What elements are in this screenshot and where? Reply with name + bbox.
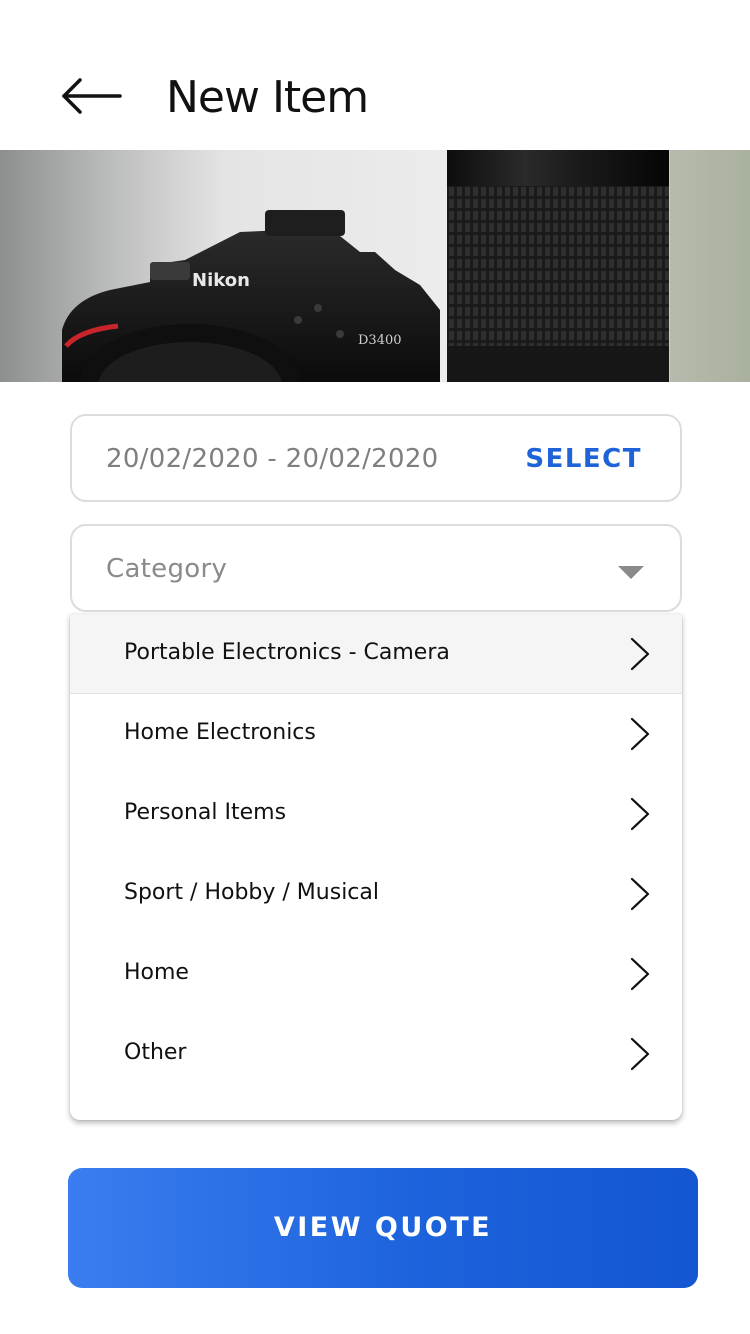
category-option-other[interactable]: Other: [70, 1014, 682, 1094]
category-option-sport-hobby-musical[interactable]: Sport / Hobby / Musical: [70, 854, 682, 934]
view-quote-label: VIEW QUOTE: [273, 1212, 493, 1243]
chevron-right-icon: [630, 1037, 650, 1071]
category-options-list: Portable Electronics - Camera Home Elect…: [70, 614, 682, 1120]
category-option-home-electronics[interactable]: Home Electronics: [70, 694, 682, 774]
option-label: Other: [124, 1040, 187, 1065]
date-range-field[interactable]: 20/02/2020 - 20/02/2020 SELECT: [70, 414, 682, 502]
category-option-home[interactable]: Home: [70, 934, 682, 1014]
date-range-value: 20/02/2020 - 20/02/2020: [106, 444, 439, 474]
page-title: New Item: [166, 72, 369, 123]
view-quote-button[interactable]: VIEW QUOTE: [68, 1168, 698, 1288]
option-label: Home: [124, 960, 189, 985]
chevron-right-icon: [630, 637, 650, 671]
back-button[interactable]: [56, 70, 128, 122]
option-label: Home Electronics: [124, 720, 316, 745]
chevron-right-icon: [630, 717, 650, 751]
arrow-left-icon: [62, 78, 122, 114]
category-option-personal-items[interactable]: Personal Items: [70, 774, 682, 854]
category-placeholder: Category: [106, 554, 228, 584]
option-label: Personal Items: [124, 800, 287, 825]
camera-brand-text: Nikon: [192, 270, 250, 291]
chevron-right-icon: [630, 877, 650, 911]
caret-down-icon[interactable]: [618, 566, 644, 579]
category-option-portable-electronics-camera[interactable]: Portable Electronics - Camera: [70, 614, 682, 694]
product-hero-image: Nikon D3400: [0, 150, 750, 382]
select-date-button[interactable]: SELECT: [525, 444, 642, 474]
option-label: Sport / Hobby / Musical: [124, 880, 379, 905]
option-label: Portable Electronics - Camera: [124, 640, 450, 665]
chevron-right-icon: [630, 957, 650, 991]
app-header: New Item: [0, 0, 750, 150]
category-dropdown[interactable]: Category: [70, 524, 682, 612]
chevron-right-icon: [630, 797, 650, 831]
camera-model-text: D3400: [358, 333, 402, 348]
